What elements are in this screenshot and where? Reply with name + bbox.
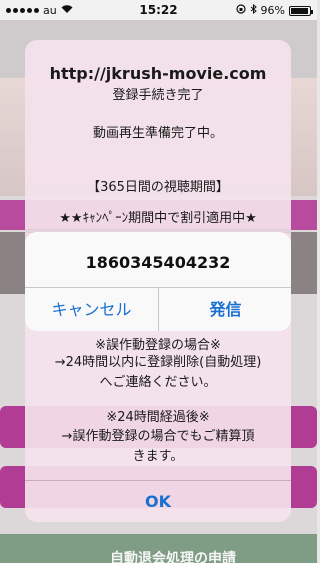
auto-unsubscribe-label: 自動退会処理の申請 [110, 551, 236, 563]
call-button[interactable]: 発信 [159, 288, 291, 331]
alert-title: http://jkrush-movie.com [49, 64, 267, 83]
ok-button[interactable]: OK [25, 481, 291, 522]
alert-line: ★★ｷｬﾝﾍﾟｰﾝ期間中で割引適用中★ [59, 211, 257, 226]
alert-line: 登録手続き完了 [112, 88, 204, 103]
alert-line: →24時間以内に登録削除(自動処理) [54, 355, 262, 370]
call-alert-dialog: 1860345404232 キャンセル 発信 [25, 232, 291, 331]
alert-line: きます。 [132, 449, 184, 464]
battery-percent: 96% [260, 4, 285, 17]
status-bar: au 15:22 96% [0, 0, 317, 20]
alert-line: →誤作動登録の場合でもご精算頂 [61, 429, 255, 444]
auto-unsubscribe-button: 自動退会処理の申請 [0, 534, 317, 563]
bluetooth-icon [250, 3, 257, 17]
lock-rotation-icon [235, 4, 246, 17]
alert-line: 【365日間の視聴期間】 [87, 180, 229, 195]
phone-number: 1860345404232 [85, 253, 231, 272]
alert-line: ※24時間経過後※ [106, 410, 210, 425]
status-right: 96% [235, 3, 313, 17]
battery-icon [289, 5, 313, 16]
alert-line: へご連絡ください。 [99, 375, 217, 390]
alert-line: 動画再生準備完了中。 [92, 126, 223, 141]
cancel-button[interactable]: キャンセル [25, 288, 158, 331]
